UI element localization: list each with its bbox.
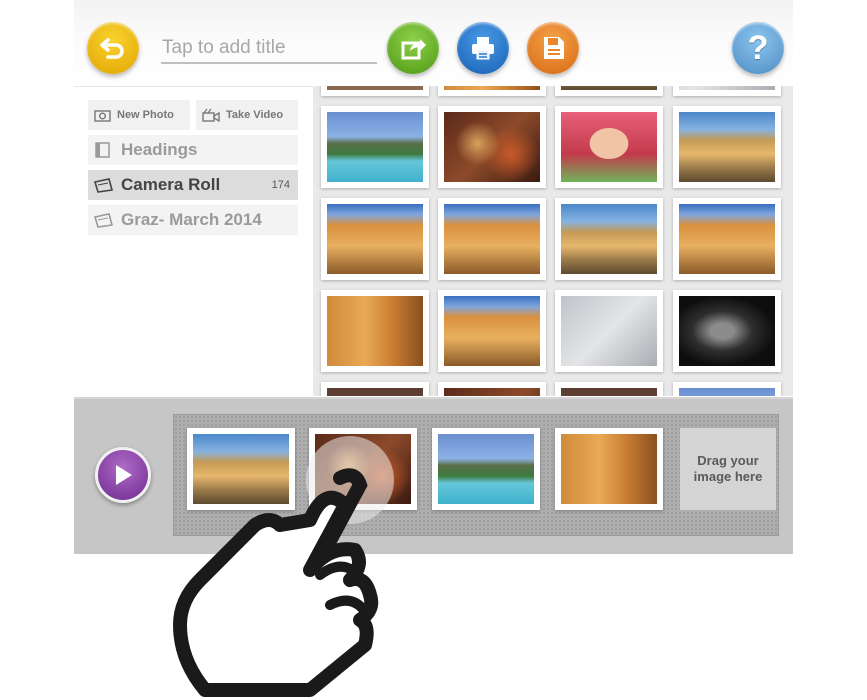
drop-zone[interactable]: Drag your image here — [680, 428, 776, 510]
sidebar-item-label: Camera Roll — [121, 175, 221, 194]
photo-thumbnail[interactable] — [673, 106, 781, 188]
print-icon — [472, 37, 494, 60]
help-button[interactable]: ? — [732, 22, 784, 74]
video-camera-icon — [202, 108, 220, 122]
undo-button[interactable] — [87, 22, 139, 74]
heading-icon — [94, 142, 114, 158]
play-button[interactable] — [95, 447, 151, 503]
photo-thumbnail[interactable] — [555, 290, 663, 372]
photo-thumbnail[interactable] — [321, 86, 429, 96]
save-button[interactable] — [527, 22, 579, 74]
sidebar-item-label: Graz- March 2014 — [121, 210, 262, 229]
photo-thumbnail[interactable] — [555, 198, 663, 280]
photo-thumbnail[interactable] — [438, 86, 546, 96]
photo-thumbnail[interactable] — [673, 382, 781, 396]
photo-thumbnail[interactable] — [321, 198, 429, 280]
title-input[interactable] — [161, 34, 377, 64]
sidebar-item-label: Headings — [121, 140, 198, 159]
photo-thumbnail[interactable] — [438, 106, 546, 188]
photo-thumbnail[interactable] — [555, 106, 663, 188]
photo-stack-icon — [94, 177, 114, 193]
share-icon — [401, 39, 426, 60]
photo-thumbnail[interactable] — [438, 290, 546, 372]
photo-count-badge: 174 — [271, 179, 290, 191]
photo-thumbnail[interactable] — [555, 86, 663, 96]
source-sidebar: New Photo Take Video Headings Camera Rol… — [88, 100, 298, 235]
photo-grid — [313, 86, 793, 396]
photo-thumbnail[interactable] — [673, 290, 781, 372]
photo-thumbnail[interactable] — [321, 382, 429, 396]
play-icon — [116, 465, 132, 485]
new-photo-button[interactable]: New Photo — [88, 100, 190, 130]
help-label: ? — [747, 28, 769, 67]
sidebar-item-camera-roll[interactable]: Camera Roll 174 — [88, 170, 298, 200]
new-photo-label: New Photo — [117, 109, 174, 121]
photo-thumbnail[interactable] — [438, 198, 546, 280]
photo-stack-icon — [94, 212, 114, 228]
slide-thumbnail[interactable] — [432, 428, 540, 510]
photo-thumbnail[interactable] — [438, 382, 546, 396]
camera-icon — [94, 109, 111, 122]
sidebar-item-graz-march-2014[interactable]: Graz- March 2014 — [88, 205, 298, 235]
photo-thumbnail[interactable] — [555, 382, 663, 396]
print-button[interactable] — [457, 22, 509, 74]
undo-icon — [100, 38, 124, 59]
sidebar-item-headings[interactable]: Headings — [88, 135, 298, 165]
take-video-label: Take Video — [226, 109, 284, 121]
photo-thumbnail[interactable] — [673, 86, 781, 96]
top-toolbar: ? — [74, 0, 793, 87]
photo-thumbnail[interactable] — [673, 198, 781, 280]
share-button[interactable] — [387, 22, 439, 74]
slide-thumbnail[interactable] — [555, 428, 663, 510]
photo-thumbnail[interactable] — [321, 290, 429, 372]
save-icon — [544, 37, 564, 59]
take-video-button[interactable]: Take Video — [196, 100, 298, 130]
touch-hand-icon — [173, 436, 394, 697]
photo-thumbnail[interactable] — [321, 106, 429, 188]
drop-zone-label: Drag your image here — [693, 453, 763, 484]
